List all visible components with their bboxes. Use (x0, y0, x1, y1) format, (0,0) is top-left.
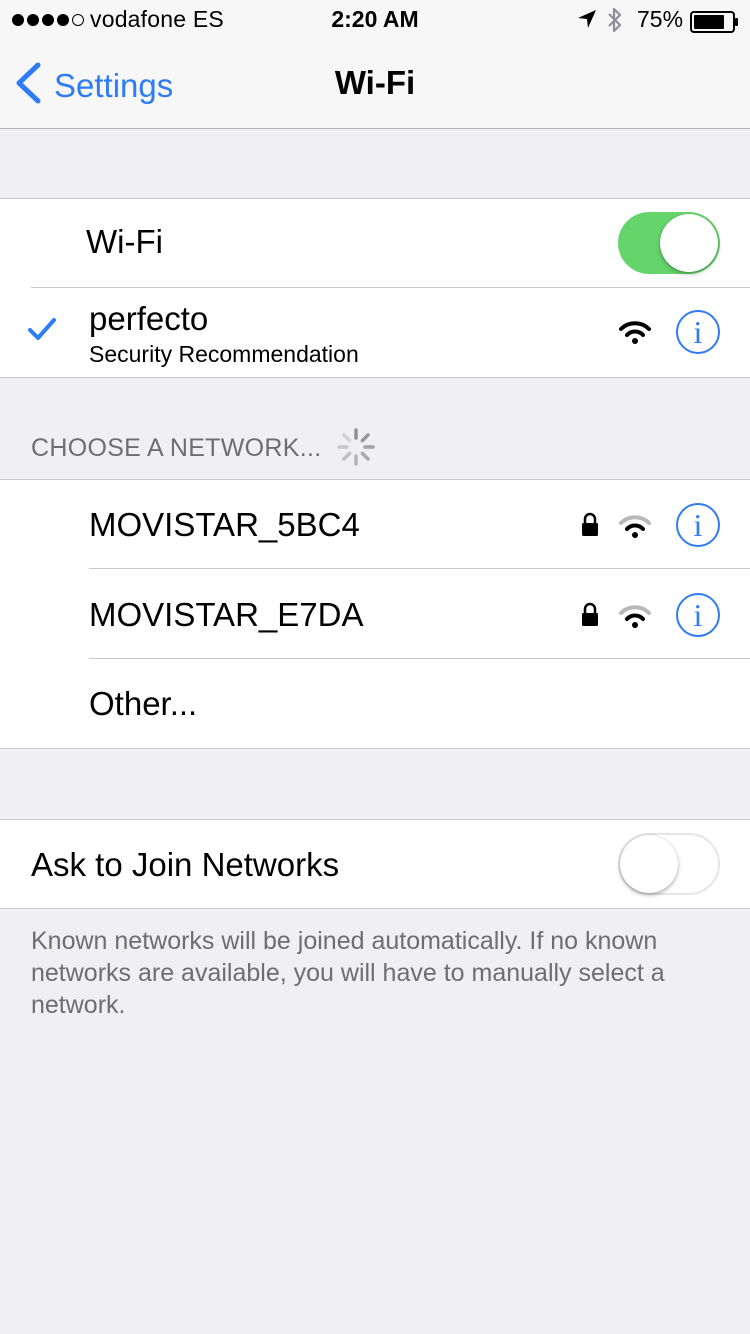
network-name: MOVISTAR_5BC4 (89, 506, 360, 543)
wifi-signal-icon (618, 514, 652, 543)
location-arrow-icon (577, 9, 597, 34)
wifi-toggle[interactable] (618, 212, 720, 274)
status-bar: vodafone ES 2:20 AM 75% (0, 0, 750, 40)
other-network-row[interactable]: Other... (0, 659, 750, 748)
ask-join-toggle[interactable] (618, 833, 720, 895)
connected-network-info-button[interactable]: i (676, 310, 720, 354)
connected-network-name: perfecto (89, 300, 209, 337)
ask-join-footer: Known networks will be joined automatica… (31, 927, 665, 1019)
connected-network-subtitle: Security Recommendation (89, 341, 359, 367)
ask-join-group: Ask to Join Networks (0, 819, 750, 909)
ask-join-label: Ask to Join Networks (31, 846, 340, 883)
network-info-button[interactable]: i (676, 593, 720, 637)
networks-group: MOVISTAR_5BC4 i MOVISTAR_E7DA i Other... (0, 479, 750, 749)
other-network-label: Other... (89, 685, 198, 722)
battery-icon (690, 11, 740, 38)
ask-join-row: Ask to Join Networks (0, 820, 750, 908)
connected-network-row[interactable]: perfecto Security Recommendation i (0, 288, 750, 377)
network-row[interactable]: MOVISTAR_5BC4 i (0, 480, 750, 569)
top-bar: vodafone ES 2:20 AM 75% Settings Wi-Fi (0, 0, 750, 129)
lock-icon (580, 512, 600, 543)
checkmark-icon (28, 318, 56, 345)
lock-icon (580, 602, 600, 633)
page-title: Wi-Fi (334, 64, 416, 101)
battery-percent: 75% (637, 6, 684, 32)
wifi-toggle-row: Wi-Fi (0, 199, 750, 288)
wifi-group: Wi-Fi perfecto Security Recommendation i (0, 198, 750, 378)
wifi-signal-icon (618, 320, 652, 349)
wifi-label: Wi-Fi (86, 223, 163, 260)
wifi-settings-screen: vodafone ES 2:20 AM 75% Settings Wi-Fi W… (0, 0, 750, 1334)
wifi-signal-icon (618, 604, 652, 633)
bluetooth-icon (606, 6, 624, 39)
network-name: MOVISTAR_E7DA (89, 596, 364, 633)
loading-spinner-icon (336, 427, 376, 472)
network-row[interactable]: MOVISTAR_E7DA i (0, 569, 750, 659)
choose-network-header: CHOOSE A NETWORK... (31, 434, 322, 462)
network-info-button[interactable]: i (676, 503, 720, 547)
